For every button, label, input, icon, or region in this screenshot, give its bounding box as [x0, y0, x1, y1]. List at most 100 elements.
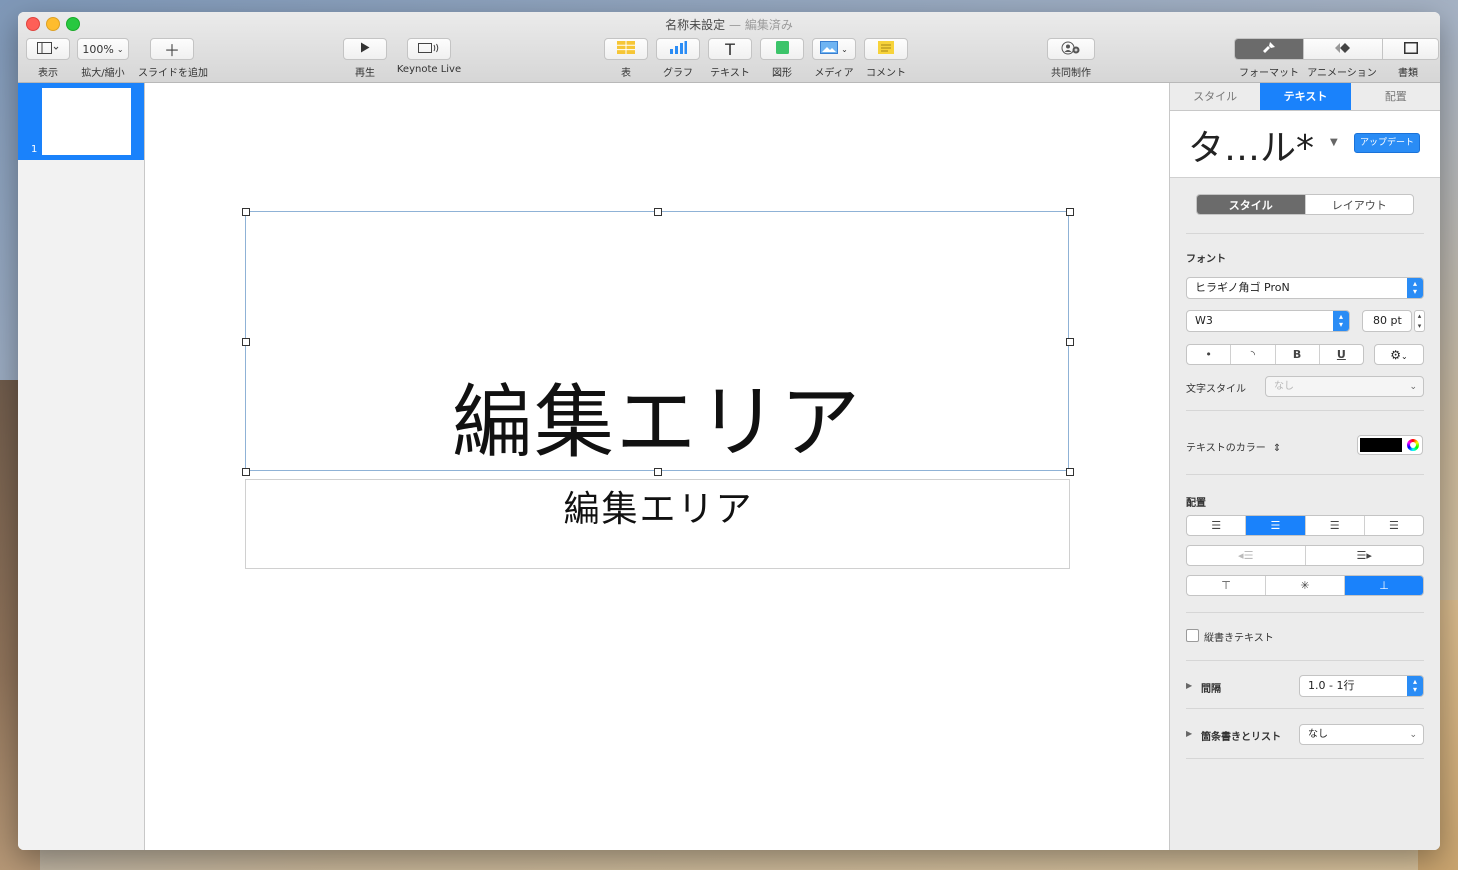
media-label: メディア	[814, 68, 854, 79]
align-left-button[interactable]: ☰	[1187, 516, 1247, 535]
underline-button[interactable]: U	[1320, 345, 1363, 364]
shape-button[interactable]	[760, 38, 804, 60]
view-sidebar-icon	[37, 41, 59, 57]
text-color-well[interactable]	[1357, 435, 1423, 455]
comment-button[interactable]	[864, 38, 908, 60]
table-label: 表	[621, 68, 631, 79]
keynote-live-button[interactable]	[407, 38, 451, 60]
increase-indent-button[interactable]: ☰▸	[1306, 546, 1424, 565]
bold-button[interactable]: B	[1276, 345, 1320, 364]
update-style-button[interactable]: アップデート	[1354, 133, 1421, 153]
collaborate-person-plus-icon	[1061, 41, 1081, 58]
spacing-popup[interactable]: 1.0 - 1行 ▴ ▾	[1299, 675, 1424, 697]
text-color-label-text: テキストのカラー	[1186, 443, 1266, 454]
resize-handle-bottom-left[interactable]	[242, 468, 250, 476]
tab-arrange[interactable]: 配置	[1351, 83, 1440, 110]
animation-button[interactable]	[1303, 39, 1383, 59]
font-weight-value: W3	[1195, 314, 1213, 327]
view-button[interactable]	[26, 38, 70, 60]
up-down-arrows-icon: ▴ ▾	[1407, 676, 1423, 696]
zoom-menu[interactable]: 100% ⌄	[77, 38, 129, 60]
collaborate-label: 共同制作	[1051, 68, 1091, 79]
color-wheel-icon[interactable]	[1407, 439, 1419, 451]
resize-handle-bottom[interactable]	[654, 468, 662, 476]
advanced-options-button[interactable]: ⚙⌄	[1374, 344, 1424, 365]
gear-icon: ⚙	[1390, 348, 1402, 362]
divider	[1186, 233, 1424, 234]
paragraph-style-header: タ…ル* ▼ アップデート	[1170, 111, 1440, 178]
slide-title-text[interactable]: 編集エリア	[245, 378, 1069, 468]
resize-handle-top-left[interactable]	[242, 208, 250, 216]
increase-indent-icon: ☰▸	[1356, 549, 1372, 562]
chart-label: グラフ	[663, 68, 693, 79]
resize-handle-top[interactable]	[654, 208, 662, 216]
paragraph-style-name[interactable]: タ…ル*	[1188, 119, 1314, 171]
font-family-popup[interactable]: ヒラギノ角ゴ ProN ▴ ▾	[1186, 277, 1424, 299]
media-button[interactable]: ⌄	[812, 38, 856, 60]
align-middle-button[interactable]: ✳	[1266, 576, 1345, 595]
align-bottom-button[interactable]: ⊥	[1345, 576, 1423, 595]
resize-handle-top-right[interactable]	[1066, 208, 1074, 216]
chart-button[interactable]	[656, 38, 700, 60]
divider	[1186, 410, 1424, 411]
align-right-icon: ☰	[1329, 519, 1340, 532]
view-label: 表示	[38, 68, 58, 79]
play-label: 再生	[355, 68, 375, 79]
shape-square-icon	[775, 41, 789, 57]
resize-handle-right[interactable]	[1066, 338, 1074, 346]
bullet-style-button[interactable]: •	[1187, 345, 1232, 364]
bullets-popup[interactable]: なし ⌄	[1299, 724, 1424, 745]
triangle-down-icon[interactable]: ▼	[1330, 137, 1338, 148]
slide-number: 1	[31, 144, 38, 155]
char-style-popup[interactable]: なし ⌄	[1265, 376, 1424, 397]
chevron-down-icon: ⌄	[116, 44, 124, 54]
font-size-stepper[interactable]: ▴ ▾	[1414, 310, 1425, 332]
align-center-icon: ☰	[1270, 519, 1281, 532]
font-weight-popup[interactable]: W3 ▴ ▾	[1186, 310, 1350, 332]
subtab-layout[interactable]: レイアウト	[1306, 195, 1414, 214]
table-button[interactable]	[604, 38, 648, 60]
resize-handle-bottom-right[interactable]	[1066, 468, 1074, 476]
font-format-buttons: • ◝ B U	[1186, 344, 1364, 365]
slide-subtitle-text[interactable]: 編集エリア	[246, 480, 1071, 532]
chevron-down-icon: ⌄	[1401, 352, 1408, 361]
tab-text[interactable]: テキスト	[1260, 83, 1351, 110]
chevron-down-icon: ⌄	[841, 44, 848, 54]
paintbrush-icon	[1262, 41, 1276, 57]
format-inspector: スタイル テキスト 配置 タ…ル* ▼ アップデート スタイル レイアウト フォ…	[1169, 83, 1440, 850]
inspector-tabs: スタイル テキスト 配置	[1170, 83, 1440, 111]
resize-handle-left[interactable]	[242, 338, 250, 346]
align-top-button[interactable]: ⊤	[1187, 576, 1266, 595]
decrease-indent-button[interactable]: ◂☰	[1187, 546, 1306, 565]
chart-icon	[669, 41, 687, 57]
up-down-arrows-icon: ▴ ▾	[1333, 311, 1349, 331]
font-size-field[interactable]: 80 pt	[1362, 310, 1412, 332]
play-icon	[360, 42, 370, 56]
slide-navigator: 1	[18, 83, 145, 850]
subtab-style[interactable]: スタイル	[1197, 195, 1306, 214]
disclosure-triangle-icon[interactable]: ▶	[1186, 729, 1192, 738]
inspector-switcher	[1234, 38, 1439, 60]
align-center-button[interactable]: ☰	[1246, 516, 1306, 535]
alignment-section-title: 配置	[1186, 498, 1206, 509]
add-slide-button[interactable]: ＋	[150, 38, 194, 60]
subtitle-text-box[interactable]: 編集エリア	[245, 479, 1070, 569]
text-color-label[interactable]: テキストのカラー ⇕	[1186, 439, 1281, 454]
tab-style[interactable]: スタイル	[1170, 83, 1260, 110]
play-button[interactable]	[343, 38, 387, 60]
disclosure-triangle-icon[interactable]: ▶	[1186, 681, 1192, 690]
text-color-swatch[interactable]	[1360, 438, 1402, 452]
align-right-button[interactable]: ☰	[1306, 516, 1365, 535]
animation-diamond-icon	[1334, 42, 1352, 57]
document-button[interactable]	[1383, 39, 1438, 59]
align-top-icon: ⊤	[1221, 579, 1231, 592]
align-justify-button[interactable]: ☰	[1365, 516, 1423, 535]
italic-style-button[interactable]: ◝	[1231, 345, 1276, 364]
bullets-label: 箇条書きとリスト	[1201, 732, 1281, 743]
vertical-alignment-control: ⊤ ✳ ⊥	[1186, 575, 1424, 596]
text-button[interactable]: T	[708, 38, 752, 60]
format-button[interactable]	[1235, 39, 1303, 59]
collaborate-button[interactable]	[1047, 38, 1095, 60]
vertical-text-checkbox[interactable]	[1186, 629, 1199, 642]
slide-thumbnail-1[interactable]: 1	[18, 83, 144, 160]
